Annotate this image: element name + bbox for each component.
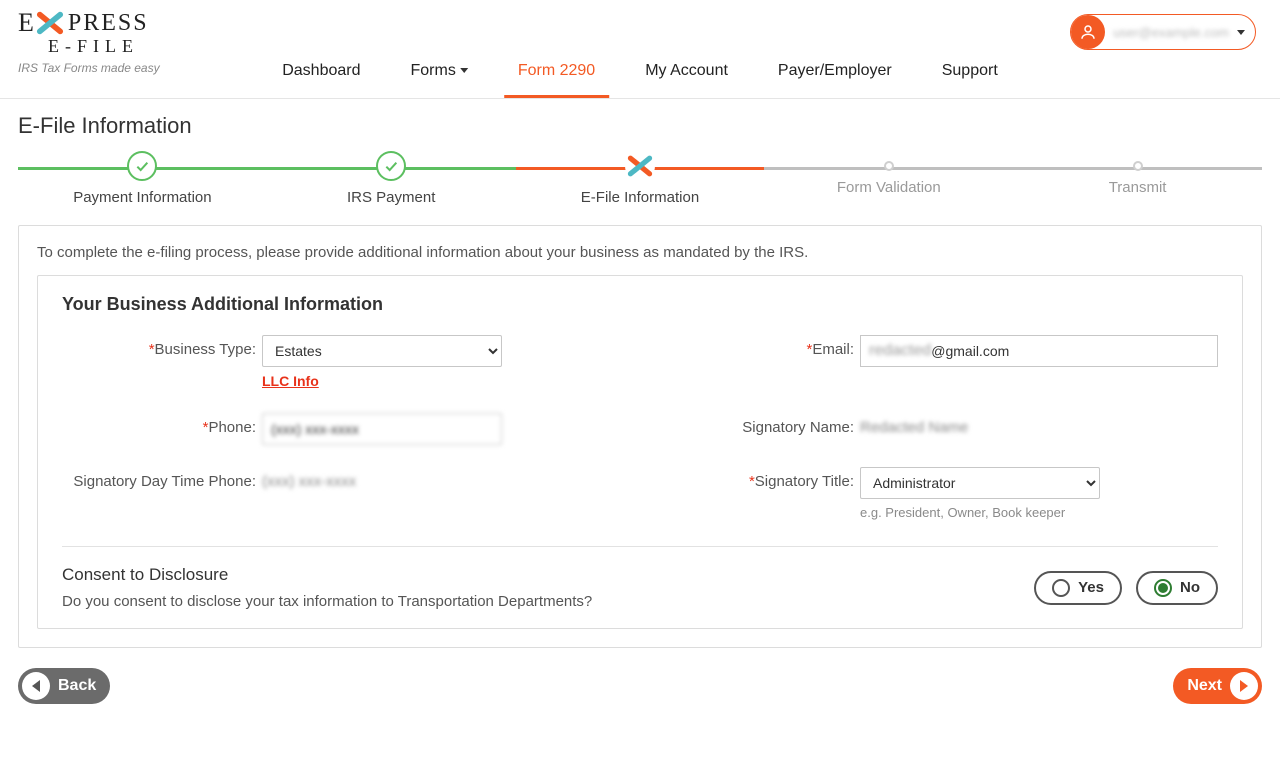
business-info-card: Your Business Additional Information *Bu… — [37, 275, 1243, 629]
consent-question: Do you consent to disclose your tax info… — [62, 593, 592, 610]
step-label: Form Validation — [837, 179, 941, 196]
step-irs-payment: IRS Payment — [267, 151, 516, 206]
field-phone: *Phone: — [62, 413, 620, 445]
business-type-select[interactable]: Estates — [262, 335, 502, 367]
step-efile-info: E-File Information — [516, 151, 765, 206]
consent-no-label: No — [1180, 579, 1200, 596]
consent-no-radio[interactable]: No — [1136, 571, 1218, 605]
phone-input[interactable] — [262, 413, 502, 445]
logo-text-1: PRESS — [68, 10, 149, 37]
radio-icon — [1052, 579, 1070, 597]
label-phone: *Phone: — [62, 413, 262, 436]
field-signatory-day-phone: Signatory Day Time Phone: (xxx) xxx-xxxx — [62, 467, 620, 520]
check-icon — [376, 151, 406, 181]
section-title: Your Business Additional Information — [62, 294, 1218, 315]
email-prefix: redacted — [869, 342, 931, 360]
user-name-label: user@example.com — [1105, 25, 1237, 40]
consent-title: Consent to Disclosure — [62, 565, 592, 585]
user-avatar-icon — [1071, 15, 1105, 49]
label-signatory-day-phone: Signatory Day Time Phone: — [62, 467, 262, 490]
user-menu[interactable]: user@example.com — [1070, 14, 1256, 50]
step-label: Payment Information — [73, 189, 211, 206]
signatory-name-value: Redacted Name — [860, 413, 1218, 436]
next-button-label: Next — [1187, 677, 1222, 695]
instructions-text: To complete the e-filing process, please… — [37, 244, 1243, 261]
label-email: *Email: — [660, 335, 860, 358]
nav-support[interactable]: Support — [936, 52, 1004, 98]
page-title: E-File Information — [18, 113, 1262, 139]
logo-text-2: E-FILE — [48, 36, 160, 57]
progress-stepper: Payment Information IRS Payment E-File I… — [18, 151, 1262, 215]
chevron-down-icon — [460, 68, 468, 73]
signatory-title-select[interactable]: Administrator — [860, 467, 1100, 499]
signatory-day-phone-value: (xxx) xxx-xxxx — [262, 467, 620, 490]
label-business-type: *Business Type: — [62, 335, 262, 358]
nav-forms-label: Forms — [411, 62, 456, 79]
chevron-left-icon — [22, 672, 50, 700]
consent-radio-group: Yes No — [1034, 571, 1218, 605]
step-form-validation: Form Validation — [764, 151, 1013, 206]
field-signatory-name: Signatory Name: Redacted Name — [660, 413, 1218, 445]
signatory-title-hint: e.g. President, Owner, Book keeper — [860, 505, 1218, 520]
logo-tagline: IRS Tax Forms made easy — [18, 61, 160, 75]
next-button[interactable]: Next — [1173, 668, 1262, 704]
check-icon — [127, 151, 157, 181]
app-header: E PRESS E-FILE IRS Tax Forms made easy D… — [0, 0, 1280, 99]
nav-dashboard[interactable]: Dashboard — [276, 52, 366, 98]
nav-payer-employer[interactable]: Payer/Employer — [772, 52, 898, 98]
back-button-label: Back — [58, 677, 96, 695]
pending-step-icon — [1133, 161, 1143, 171]
email-suffix: @gmail.com — [931, 343, 1009, 359]
step-transmit: Transmit — [1013, 151, 1262, 206]
label-signatory-title: *Signatory Title: — [660, 467, 860, 490]
consent-yes-radio[interactable]: Yes — [1034, 571, 1122, 605]
step-payment-info: Payment Information — [18, 151, 267, 206]
consent-section: Consent to Disclosure Do you consent to … — [62, 565, 1218, 610]
nav-forms[interactable]: Forms — [405, 52, 474, 98]
main-nav: Dashboard Forms Form 2290 My Account Pay… — [276, 52, 1004, 98]
field-signatory-title: *Signatory Title: Administrator e.g. Pre… — [660, 467, 1218, 520]
back-button[interactable]: Back — [18, 668, 110, 704]
step-label: E-File Information — [581, 189, 699, 206]
llc-info-link[interactable]: LLC Info — [262, 373, 319, 389]
pending-step-icon — [884, 161, 894, 171]
radio-icon — [1154, 579, 1172, 597]
consent-yes-label: Yes — [1078, 579, 1104, 596]
nav-my-account[interactable]: My Account — [639, 52, 734, 98]
divider — [62, 546, 1218, 547]
logo-x-icon — [36, 9, 64, 37]
current-step-icon — [625, 151, 655, 181]
step-label: Transmit — [1109, 179, 1167, 196]
footer-buttons: Back Next — [18, 668, 1262, 704]
field-email: *Email: redacted @gmail.com — [660, 335, 1218, 391]
step-label: IRS Payment — [347, 189, 435, 206]
label-signatory-name: Signatory Name: — [660, 413, 860, 436]
chevron-down-icon — [1237, 30, 1245, 35]
field-business-type: *Business Type: Estates LLC Info — [62, 335, 620, 391]
chevron-right-icon — [1230, 672, 1258, 700]
logo: E PRESS E-FILE IRS Tax Forms made easy — [18, 8, 160, 75]
main-card: To complete the e-filing process, please… — [18, 225, 1262, 648]
page-body: E-File Information Payment Information I… — [0, 99, 1280, 764]
logo-line1: E PRESS — [18, 8, 160, 38]
nav-form-2290[interactable]: Form 2290 — [512, 52, 601, 98]
